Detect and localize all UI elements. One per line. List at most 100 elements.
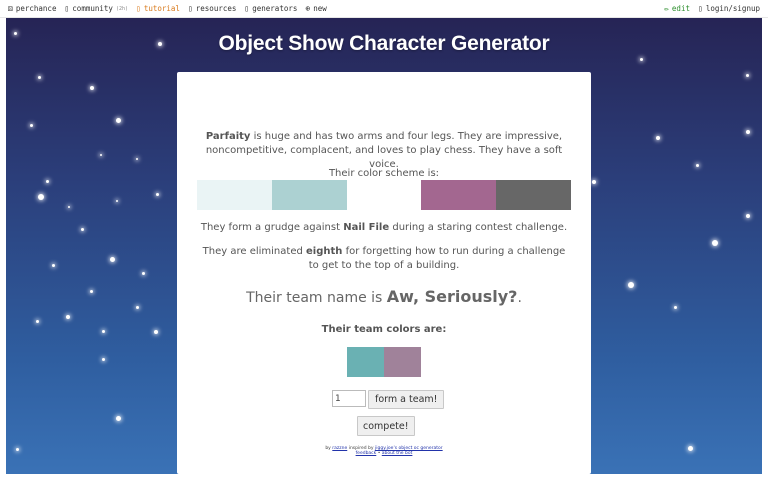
elim-prefix: They are eliminated: [202, 246, 303, 257]
scheme-swatch: [346, 180, 422, 210]
star: [100, 154, 102, 156]
book-icon: ▯: [187, 3, 193, 13]
star: [16, 448, 19, 451]
chat-icon: ▯: [64, 3, 70, 13]
star: [674, 306, 677, 309]
nav-community[interactable]: ▯ community (2h): [64, 4, 128, 13]
nav-perchance-label: perchance: [15, 4, 57, 13]
team-color-swatches: [347, 347, 421, 377]
star: [688, 446, 693, 451]
star: [154, 330, 158, 334]
star: [68, 206, 70, 208]
star: [640, 58, 643, 61]
nav-tutorial[interactable]: ▯ tutorial: [136, 4, 180, 13]
nav-tutorial-label: tutorial: [143, 4, 180, 13]
form-team-button[interactable]: form a team!: [368, 390, 445, 409]
nav-new-label: new: [313, 4, 327, 13]
star: [116, 118, 121, 123]
nav-resources-label: resources: [195, 4, 237, 13]
star: [38, 76, 41, 79]
grudge-text: They form a grudge against Nail File dur…: [177, 222, 591, 233]
top-nav-left: ⚄ perchance ▯ community (2h) ▯ tutorial …: [8, 4, 327, 13]
star: [102, 330, 105, 333]
character-description: Parfaity is huge and has two arms and fo…: [197, 130, 571, 172]
plus-circle-icon: ⊕: [305, 3, 311, 13]
team-name: Aw, Seriously?: [386, 287, 518, 306]
star: [30, 124, 33, 127]
star: [746, 74, 749, 77]
star: [36, 320, 39, 323]
grid-icon: ▯: [244, 3, 250, 13]
community-badge: (2h): [115, 5, 128, 12]
nav-perchance[interactable]: ⚄ perchance: [8, 4, 56, 13]
result-card: Parfaity is huge and has two arms and fo…: [177, 72, 591, 474]
star: [142, 272, 145, 275]
elim-suffix: for forgetting how to run during a chall…: [308, 246, 566, 271]
elim-place: eighth: [306, 246, 343, 257]
nav-edit-label: edit: [671, 4, 690, 13]
color-scheme-label: Their color scheme is:: [328, 168, 440, 179]
nav-generators[interactable]: ▯ generators: [244, 4, 297, 13]
info-icon: ▯: [135, 3, 141, 13]
star: [136, 306, 139, 309]
star: [696, 164, 699, 167]
scheme-swatch: [271, 180, 347, 210]
nav-resources[interactable]: ▯ resources: [188, 4, 236, 13]
nav-community-label: community: [72, 4, 113, 13]
star: [46, 180, 49, 183]
team-form: 1 form a team!: [332, 390, 445, 409]
team-count-input[interactable]: 1: [332, 390, 366, 407]
dice-icon: ⚄: [8, 3, 13, 13]
team-swatch: [347, 347, 384, 377]
team-suffix: .: [517, 290, 522, 306]
grudge-suffix: during a staring contest challenge.: [392, 222, 568, 233]
top-nav-right: ✏ edit ▯ login/signup: [664, 4, 760, 13]
nav-generators-label: generators: [252, 4, 298, 13]
star: [116, 416, 121, 421]
star: [136, 158, 138, 160]
team-name-line: Their team name is Aw, Seriously?.: [177, 287, 591, 306]
card-footer: by razzne inspired by jiggy.joe's object…: [325, 446, 443, 456]
star: [66, 315, 70, 319]
star: [81, 228, 84, 231]
character-traits: is huge and has two arms and four legs. …: [205, 131, 563, 170]
scheme-swatch: [421, 180, 497, 210]
nav-login-label: login/signup: [705, 4, 760, 13]
character-name: Parfaity: [205, 131, 251, 142]
about-link[interactable]: about the bot: [382, 451, 413, 456]
star: [156, 193, 159, 196]
feedback-link[interactable]: feedback: [356, 451, 377, 456]
star: [712, 240, 718, 246]
star: [38, 194, 44, 200]
nav-edit[interactable]: ✏ edit: [664, 4, 690, 13]
page-title: Object Show Character Generator: [218, 32, 550, 55]
star: [628, 282, 634, 288]
star: [102, 358, 105, 361]
user-icon: ▯: [697, 3, 703, 13]
star: [110, 257, 115, 262]
star: [90, 86, 94, 90]
top-nav-bar: ⚄ perchance ▯ community (2h) ▯ tutorial …: [0, 0, 768, 18]
star: [592, 180, 596, 184]
star: [52, 264, 55, 267]
star: [656, 136, 660, 140]
nav-login[interactable]: ▯ login/signup: [698, 4, 760, 13]
scheme-swatch: [197, 180, 272, 210]
footer-by: by: [325, 446, 331, 451]
grudge-target: Nail File: [343, 222, 390, 233]
grudge-prefix: They form a grudge against: [200, 222, 341, 233]
author-link[interactable]: razzne: [332, 446, 347, 451]
star: [90, 290, 93, 293]
star: [746, 130, 750, 134]
compete-button[interactable]: compete!: [357, 416, 415, 436]
pencil-icon: ✏: [664, 3, 669, 13]
nav-new[interactable]: ⊕ new: [305, 4, 326, 13]
scheme-swatch: [496, 180, 571, 210]
elimination-text: They are eliminated eighth for forgettin…: [197, 245, 571, 273]
color-scheme-swatches: [197, 180, 571, 210]
team-swatch: [384, 347, 421, 377]
star: [116, 200, 118, 202]
star: [746, 214, 750, 218]
team-prefix: Their team name is: [246, 290, 383, 306]
team-colors-label: Their team colors are:: [321, 324, 447, 335]
